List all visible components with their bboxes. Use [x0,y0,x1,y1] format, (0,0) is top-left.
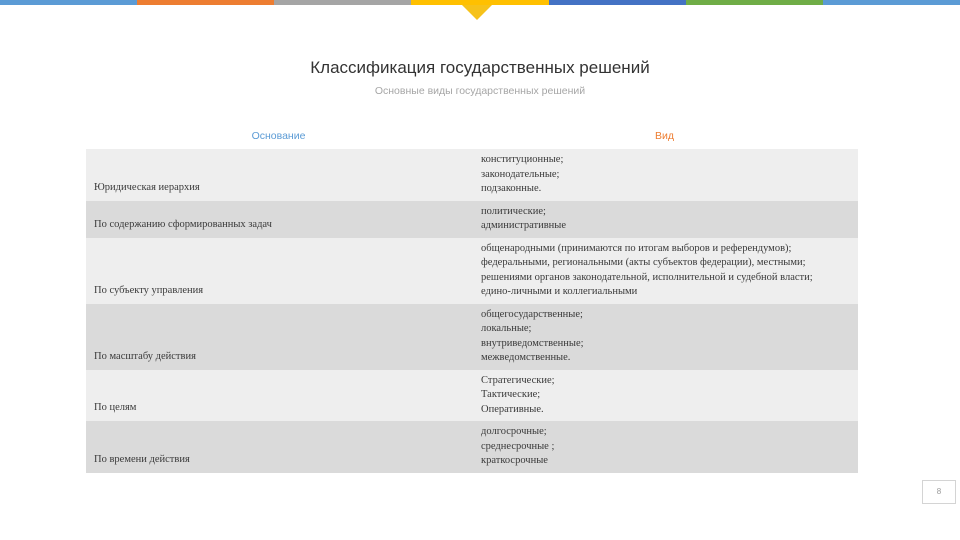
type-item: среднесрочные ; [481,440,555,452]
type-item: Оперативные. [481,403,544,415]
type-item: межведомственные. [481,352,571,363]
table-row: По субъекту управления общенародными (при… [86,237,858,304]
top-bar-segment [274,0,412,5]
type-item: внутриведомственные; [481,337,584,349]
table-row: По масштабу действия общегосударственные;… [86,303,858,370]
type-item: федеральными, региональными (акты субъек… [481,257,806,268]
top-bar-segment [548,0,686,5]
table-row: По содержанию сформированных задач полити… [86,200,858,238]
type-item: Тактические; [481,389,541,400]
type-item: краткосрочные [481,455,548,466]
basis-cell: По времени действия [94,453,190,465]
type-item: едино-личными и коллегиальными [481,286,638,297]
basis-cell: По масштабу действия [94,350,196,362]
page-number: 8 [922,480,956,504]
top-bar-segment [0,0,138,5]
slide-title: Классификация государственных решений [310,58,650,77]
type-cell: долгосрочные; среднесрочные ; краткосрочны… [475,421,858,473]
type-item: политические; [481,205,546,217]
table-row: По целям Стратегические; Тактические; Опера… [86,369,858,422]
type-item: локальные; [481,323,532,334]
type-item: административные [481,220,567,231]
type-item: решениями органов законодательной, испол… [481,271,813,283]
type-cell: общенародными (принимаются по итогам выб… [475,238,858,304]
top-bar-segment [822,0,960,5]
header-basis: Основание [251,129,306,142]
table-header: Основание Вид [86,122,858,149]
type-item: конституционные; [481,154,564,165]
top-bar-segment [685,0,823,5]
type-cell: политические; административные [475,201,858,238]
top-notch-marker [462,5,492,20]
type-cell: Стратегические; Тактические; Оперативные. [475,370,858,422]
type-item: общегосударственные; [481,308,583,320]
basis-cell: По субъекту управления [94,284,204,296]
table-row: По времени действия долгосрочные; среднеср… [86,421,858,473]
classification-table: Основание Вид Юридическая иерархия консти… [86,122,858,473]
table-body: Юридическая иерархия конституционные; зак… [86,149,858,473]
type-cell: общегосударственные; локальные; внутриведо… [475,304,858,370]
basis-cell: По целям [94,402,137,413]
type-item: Стратегические; [481,374,555,386]
type-item: подзаконные. [481,183,542,194]
type-cell: конституционные; законодательные; подзак… [475,149,858,201]
top-bar-segment [137,0,275,5]
header-type: Вид [655,129,674,142]
basis-cell: По содержанию сформированных задач [94,218,272,230]
type-item: долгосрочные; [481,426,547,437]
type-item: законодательные; [481,168,560,180]
type-item: общенародными (принимаются по итогам выб… [481,242,792,254]
basis-cell: Юридическая иерархия [94,181,200,193]
slide-subtitle: Основные виды государственных решений [374,85,586,97]
table-row: Юридическая иерархия конституционные; зак… [86,149,858,201]
